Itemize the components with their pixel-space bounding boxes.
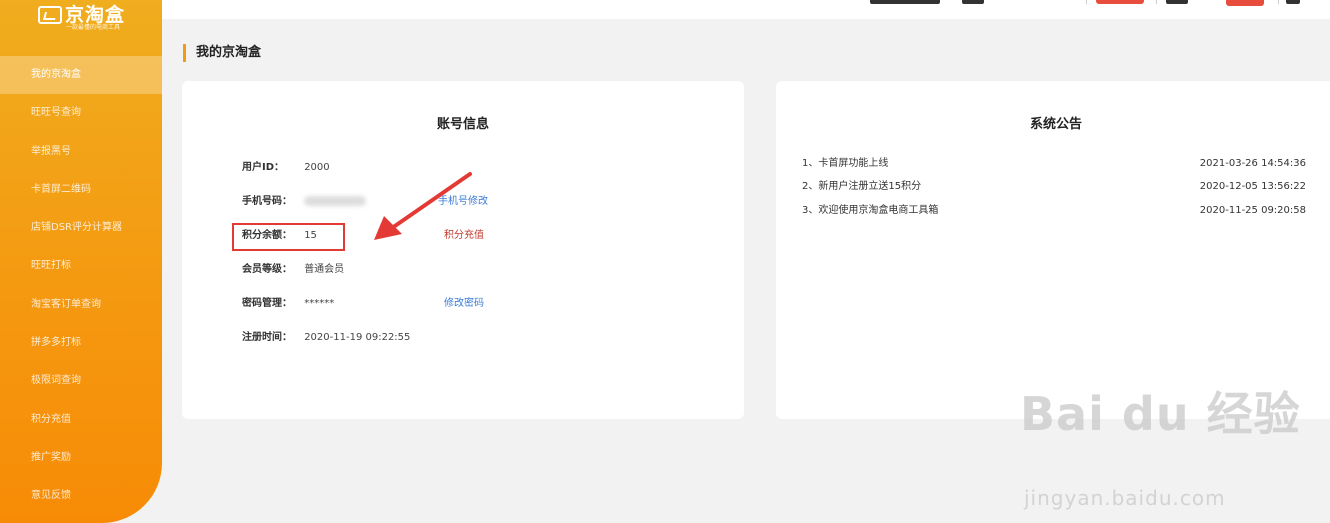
field-phone: 手机号码： [242, 195, 367, 209]
field-level: 会员等级： 普通会员 [242, 263, 344, 277]
field-register-time: 注册时间： 2020-11-19 09:22:55 [242, 331, 410, 345]
sidebar: 京淘盒 一款最懂的电商工具 我的京淘盒 旺旺号查询 举报黑号 卡首屏二维码 店铺… [0, 0, 162, 523]
brand-tagline: 一款最懂的电商工具 [66, 24, 121, 31]
watermark-url: jingyan.baidu.com [1024, 486, 1226, 510]
notice-time: 2020-12-05 13:56:22 [1199, 181, 1306, 193]
account-card-title: 账号信息 [436, 117, 489, 132]
sidebar-item-report-account[interactable]: 举报黑号 [0, 133, 162, 171]
notice-card-title: 系统公告 [1029, 117, 1082, 132]
password-label: 密码管理： [242, 298, 292, 309]
sidebar-item-taoke-orders[interactable]: 淘宝客订单查询 [0, 286, 162, 324]
header-link-fragment[interactable] [962, 0, 984, 4]
list-item[interactable]: 1、卡首屏功能上线 2021-03-26 14:54:36 [802, 157, 1306, 180]
header-red-link-fragment[interactable] [1096, 0, 1144, 4]
baidu-watermark: Bai du 经验 jingyan.baidu.com [1020, 378, 1301, 510]
field-user-id: 用户ID： 2000 [242, 161, 330, 175]
sidebar-item-my-box[interactable]: 我的京淘盒 [0, 56, 162, 95]
change-password-link[interactable]: 修改密码 [444, 297, 484, 311]
sidebar-item-pdd-tag[interactable]: 拼多多打标 [0, 324, 162, 362]
list-item[interactable]: 3、欢迎使用京淘盒电商工具箱 2020-11-25 09:20:58 [802, 204, 1306, 227]
header-link-fragment[interactable] [1286, 0, 1300, 4]
list-item[interactable]: 2、新用户注册立送15积分 2020-12-05 13:56:22 [802, 180, 1306, 203]
logo-icon [38, 6, 62, 24]
user-id-value: 2000 [304, 162, 330, 173]
notice-text: 1、卡首屏功能上线 [802, 158, 889, 169]
sidebar-item-qr-code[interactable]: 卡首屏二维码 [0, 171, 162, 209]
notice-time: 2021-03-26 14:54:36 [1199, 158, 1306, 169]
register-label: 注册时间： [242, 332, 292, 343]
header-link-fragment[interactable] [1166, 0, 1188, 4]
header-divider [1086, 0, 1087, 4]
level-value: 普通会员 [304, 264, 345, 275]
phone-value-blurred [304, 196, 367, 206]
notice-text: 3、欢迎使用京淘盒电商工具箱 [802, 204, 939, 216]
sidebar-item-rewards[interactable]: 推广奖励 [0, 439, 162, 477]
sidebar-menu: 我的京淘盒 旺旺号查询 举报黑号 卡首屏二维码 店铺DSR评分计算器 旺旺打标 … [0, 56, 162, 516]
annotation-arrow-icon [374, 172, 472, 240]
level-label: 会员等级： [242, 264, 292, 275]
header-divider [1278, 0, 1279, 4]
header-red-button-fragment[interactable] [1226, 0, 1264, 6]
field-password: 密码管理： ****** [242, 297, 334, 311]
sidebar-item-dsr-calculator[interactable]: 店铺DSR评分计算器 [0, 209, 162, 247]
points-highlight-box [232, 223, 345, 251]
header-divider [1156, 0, 1157, 4]
sidebar-item-wangwang-query[interactable]: 旺旺号查询 [0, 94, 162, 132]
system-notice-card: 系统公告 1、卡首屏功能上线 2021-03-26 14:54:36 2、新用户… [776, 81, 1330, 419]
watermark-main: Bai du 经验 [1020, 387, 1301, 441]
sidebar-item-wangwang-tag[interactable]: 旺旺打标 [0, 247, 162, 285]
sidebar-item-banned-words[interactable]: 极限词查询 [0, 362, 162, 400]
password-value: ****** [304, 298, 335, 309]
register-value: 2020-11-19 09:22:55 [304, 332, 411, 343]
notice-list: 1、卡首屏功能上线 2021-03-26 14:54:36 2、新用户注册立送1… [802, 157, 1306, 227]
page-title: 我的京淘盒 [183, 44, 261, 62]
header-user-fragment[interactable] [870, 0, 940, 4]
sidebar-item-recharge[interactable]: 积分充值 [0, 401, 162, 439]
sidebar-item-feedback[interactable]: 意见反馈 [0, 477, 162, 515]
notice-text: 2、新用户注册立送15积分 [802, 181, 922, 193]
top-header [162, 0, 1330, 19]
notice-time: 2020-11-25 09:20:58 [1199, 204, 1306, 216]
phone-label: 手机号码： [242, 196, 292, 207]
user-id-label: 用户ID： [242, 162, 285, 173]
